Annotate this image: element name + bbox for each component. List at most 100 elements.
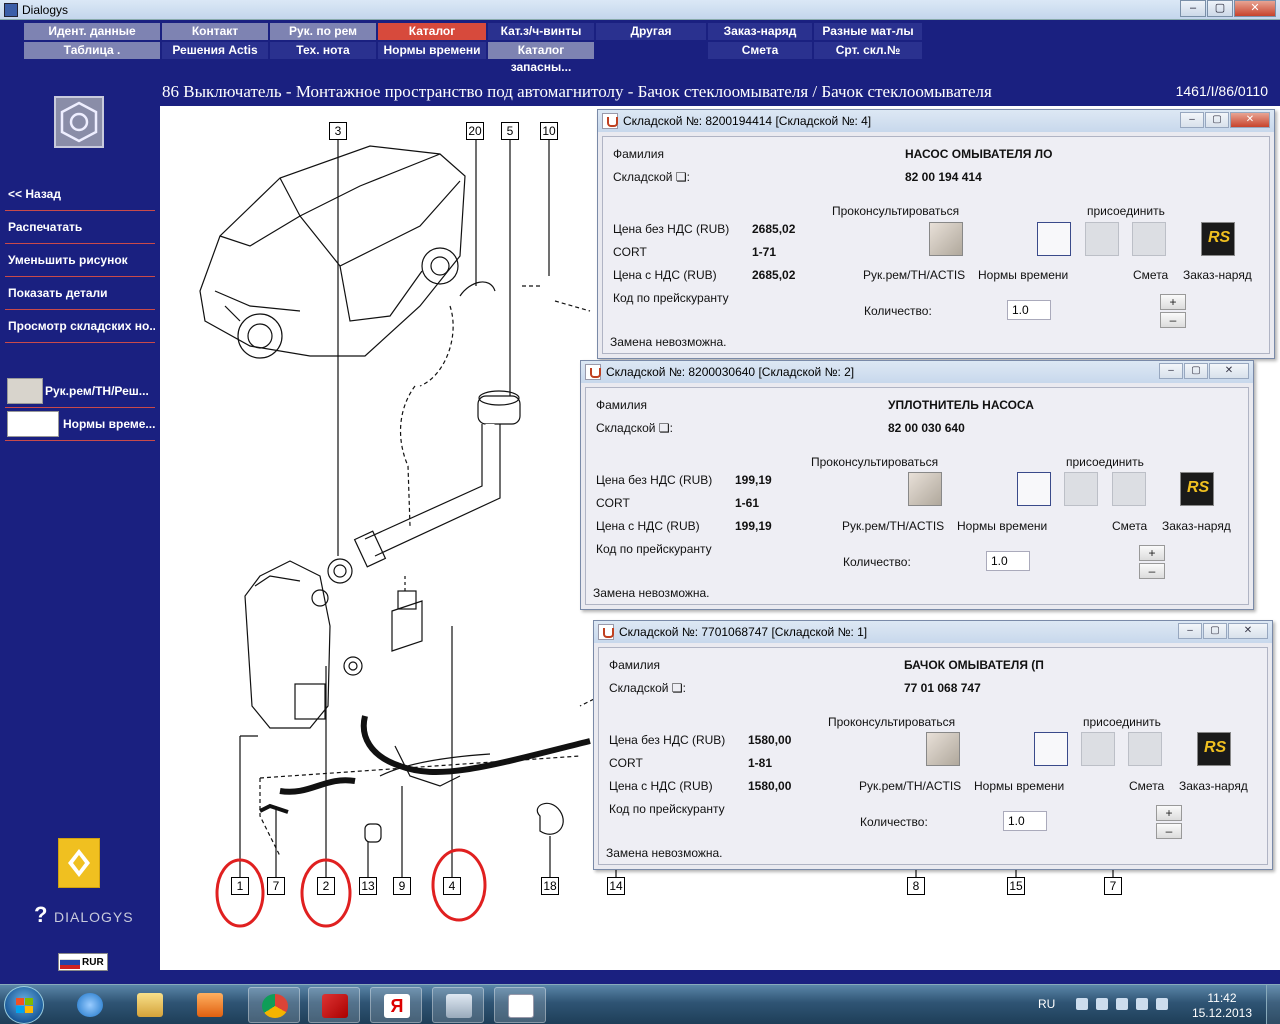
part-number-5[interactable]: 5 <box>501 122 519 140</box>
work-order-icon[interactable] <box>1201 222 1235 256</box>
labor-times-button[interactable]: Нормы времени <box>957 519 1047 533</box>
popup-minimize-button[interactable]: ‒ <box>1159 363 1183 379</box>
gauge-icon[interactable] <box>1017 472 1051 506</box>
menu-labor-times[interactable]: Нормы времени <box>378 42 486 59</box>
taskbar-file-explorer[interactable] <box>124 987 176 1023</box>
taskbar-internet-explorer[interactable] <box>64 987 116 1023</box>
repair-manual-button[interactable]: Рук.рем/TH/ACTIS <box>842 519 944 533</box>
menu-screws-catalog[interactable]: Кат.з/ч-винты <box>488 23 594 40</box>
repair-manual-icon[interactable] <box>929 222 963 256</box>
work-order-button[interactable]: Заказ-наряд <box>1183 268 1252 282</box>
part-number-4[interactable]: 4 <box>443 877 461 895</box>
estimate-button[interactable]: Смета <box>1112 519 1147 533</box>
part-number-8[interactable]: 8 <box>907 877 925 895</box>
repair-manual-link[interactable]: Рук.рем/TH/Реш... <box>5 376 155 408</box>
quantity-increase-button[interactable]: + <box>1156 805 1182 821</box>
show-desktop-button[interactable] <box>1266 985 1280 1024</box>
network-icon[interactable] <box>1136 998 1148 1010</box>
menu-table[interactable]: Таблица . <box>24 42 160 59</box>
part-number-14[interactable]: 14 <box>607 877 625 895</box>
popup-close-button[interactable]: ✕ <box>1209 363 1249 379</box>
clock[interactable]: 11:42 15.12.2013 <box>1192 991 1252 1021</box>
quantity-input[interactable]: 1.0 <box>1003 811 1047 831</box>
estimate-button[interactable]: Смета <box>1133 268 1168 282</box>
taskbar-speaker[interactable] <box>432 987 484 1023</box>
work-order-button[interactable]: Заказ-наряд <box>1179 779 1248 793</box>
menu-warehouse-number[interactable]: Срт. скл.№ <box>814 42 922 59</box>
part-number-2[interactable]: 2 <box>317 877 335 895</box>
popup-maximize-button[interactable]: ▢ <box>1205 112 1229 128</box>
minimize-button[interactable]: ‒ <box>1180 0 1206 17</box>
menu-ident-data[interactable]: Идент. данные <box>24 23 160 40</box>
labor-times-button[interactable]: Нормы времени <box>974 779 1064 793</box>
maximize-button[interactable]: ▢ <box>1207 0 1233 17</box>
steam-icon[interactable] <box>1096 998 1108 1010</box>
popup-close-button[interactable]: ✕ <box>1228 623 1268 639</box>
back-button[interactable]: << Назад <box>5 178 155 211</box>
menu-actis-solutions[interactable]: Решения Actis <box>162 42 268 59</box>
part-number-10[interactable]: 10 <box>540 122 558 140</box>
quantity-input[interactable]: 1.0 <box>1007 300 1051 320</box>
taskbar-java[interactable] <box>494 987 546 1023</box>
volume-icon[interactable] <box>1156 998 1168 1010</box>
estimate-button[interactable]: Смета <box>1129 779 1164 793</box>
part-number-18[interactable]: 18 <box>541 877 559 895</box>
labor-times-link[interactable]: Нормы време... <box>5 409 155 441</box>
quantity-increase-button[interactable]: + <box>1139 545 1165 561</box>
estimate-icon[interactable] <box>1128 732 1162 766</box>
part-number-9[interactable]: 9 <box>393 877 411 895</box>
labor-times-button[interactable]: Нормы времени <box>978 268 1068 282</box>
menu-tech-note[interactable]: Тех. нота <box>270 42 376 59</box>
work-order-icon[interactable] <box>1197 732 1231 766</box>
part-number-3[interactable]: 3 <box>329 122 347 140</box>
currency-button[interactable]: RUR <box>58 953 108 971</box>
repair-manual-button[interactable]: Рук.рем/TH/ACTIS <box>859 779 961 793</box>
part-number-13[interactable]: 13 <box>359 877 377 895</box>
menu-estimate[interactable]: Смета <box>708 42 812 59</box>
flag-icon[interactable] <box>1116 998 1128 1010</box>
quantity-decrease-button[interactable]: ‒ <box>1160 312 1186 328</box>
quantity-decrease-button[interactable]: ‒ <box>1156 823 1182 839</box>
estimate-icon[interactable] <box>1132 222 1166 256</box>
repair-manual-icon[interactable] <box>926 732 960 766</box>
menu-repair-manual[interactable]: Рук. по рем <box>270 23 376 40</box>
quantity-decrease-button[interactable]: ‒ <box>1139 563 1165 579</box>
part-number-15[interactable]: 15 <box>1007 877 1025 895</box>
taskbar-yandex[interactable]: Я <box>370 987 422 1023</box>
show-details-button[interactable]: Показать детали <box>5 277 155 310</box>
taskbar-media-player[interactable] <box>184 987 236 1023</box>
tray-arrow-icon[interactable] <box>1076 998 1088 1010</box>
menu-contact[interactable]: Контакт <box>162 23 268 40</box>
gauge-icon[interactable] <box>1034 732 1068 766</box>
print-button[interactable]: Распечатать <box>5 211 155 244</box>
estimate-icon[interactable] <box>1112 472 1146 506</box>
zoom-out-button[interactable]: Уменьшить рисунок <box>5 244 155 277</box>
popup-maximize-button[interactable]: ▢ <box>1203 623 1227 639</box>
part-number-7b[interactable]: 7 <box>1104 877 1122 895</box>
gauge-icon[interactable] <box>1037 222 1071 256</box>
popup-close-button[interactable]: ✕ <box>1230 112 1270 128</box>
language-indicator[interactable]: RU <box>1038 997 1055 1011</box>
taskbar-chrome[interactable] <box>248 987 300 1023</box>
menu-spare-parts-catalog[interactable]: Каталог запасны... <box>488 42 594 74</box>
part-number-7[interactable]: 7 <box>267 877 285 895</box>
menu-parts-catalog[interactable]: Каталог запчастей <box>378 23 486 55</box>
work-order-button[interactable]: Заказ-наряд <box>1162 519 1231 533</box>
popup-minimize-button[interactable]: ‒ <box>1178 623 1202 639</box>
part-number-20[interactable]: 20 <box>466 122 484 140</box>
view-warehouse-numbers-button[interactable]: Просмотр складских но... <box>5 310 155 343</box>
start-button[interactable] <box>4 986 44 1024</box>
taskbar-kaspersky[interactable] <box>308 987 360 1023</box>
repair-manual-button[interactable]: Рук.рем/TH/ACTIS <box>863 268 965 282</box>
quantity-input[interactable]: 1.0 <box>986 551 1030 571</box>
menu-work-order[interactable]: Заказ-наряд <box>708 23 812 40</box>
popup-minimize-button[interactable]: ‒ <box>1180 112 1204 128</box>
quantity-increase-button[interactable]: + <box>1160 294 1186 310</box>
menu-other[interactable]: Другая <box>596 23 706 40</box>
repair-manual-icon[interactable] <box>908 472 942 506</box>
part-number-1[interactable]: 1 <box>231 877 249 895</box>
close-button[interactable]: ✕ <box>1234 0 1276 17</box>
work-order-icon[interactable] <box>1180 472 1214 506</box>
popup-maximize-button[interactable]: ▢ <box>1184 363 1208 379</box>
menu-misc-materials[interactable]: Разные мат-лы <box>814 23 922 40</box>
